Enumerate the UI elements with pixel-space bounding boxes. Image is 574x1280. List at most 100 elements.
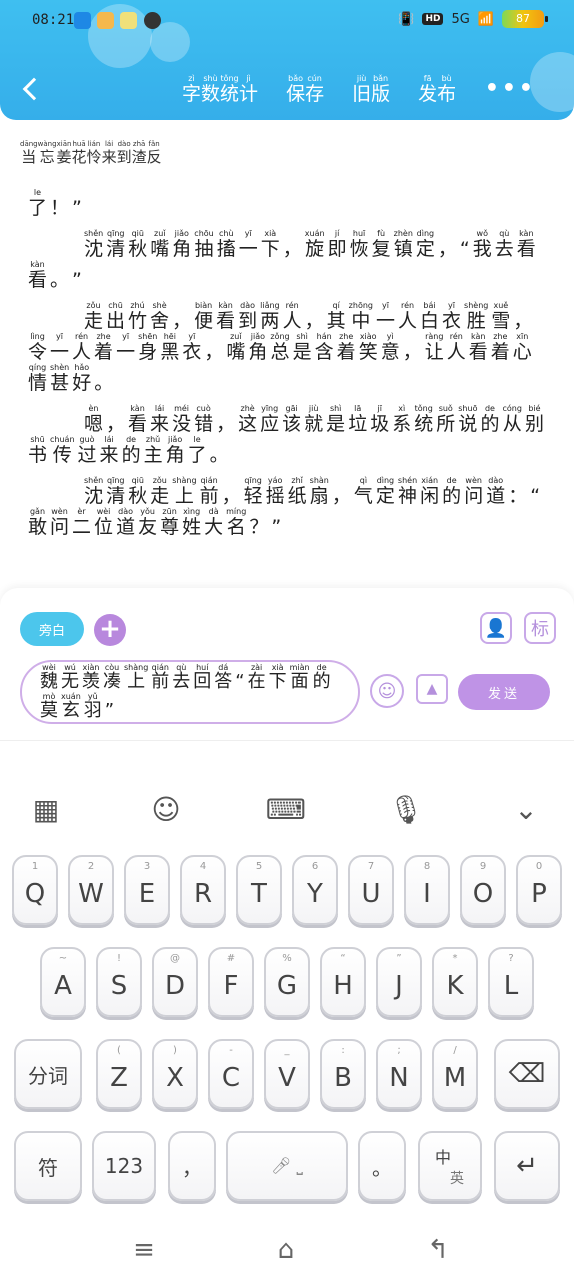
emoji-button[interactable]: ☺ [370, 674, 404, 708]
emoji-icon[interactable]: ☺ [146, 789, 186, 829]
enter-key[interactable]: ↵ [494, 1131, 560, 1201]
keyboard-toolbar: ▦ ☺ ⌨ 🎙 ⌄ [0, 789, 574, 833]
pinyin: shù [203, 74, 218, 83]
story-char: dào 道 [486, 476, 505, 507]
aside-role-button[interactable]: 旁白 [20, 612, 84, 646]
home-icon[interactable]: ⌂ [268, 1232, 304, 1268]
key-q[interactable]: 1Q [12, 855, 58, 925]
key-primary-label: T [251, 879, 267, 909]
app-notification-icon [120, 12, 137, 29]
key-h[interactable]: “H [320, 947, 366, 1017]
key-primary-label: E [138, 879, 156, 909]
language-switch-key[interactable]: 中 英 [418, 1131, 482, 1201]
key-x[interactable]: ) X [152, 1039, 198, 1109]
collapse-chevron-icon[interactable]: ⌄ [506, 789, 546, 829]
grid-icon[interactable]: ▦ [26, 789, 66, 829]
pinyin: zhú [130, 301, 145, 310]
key-f[interactable]: # F [208, 947, 254, 1017]
key-primary-label: D [164, 971, 186, 1001]
period-key[interactable]: 。 [358, 1131, 406, 1201]
key-r[interactable]: 4R [180, 855, 226, 925]
key-b[interactable]: :B [320, 1039, 366, 1109]
character-profile-button[interactable]: 👤 [480, 612, 512, 644]
hanzi: 魏 [40, 671, 58, 692]
header-action-2[interactable]: jiù 旧 bǎn 版 [352, 74, 390, 105]
key-j[interactable]: ” J [376, 947, 422, 1017]
key-w[interactable]: 2W [68, 855, 114, 925]
story-char: 。 [210, 435, 229, 466]
key-i[interactable]: 8I [404, 855, 450, 925]
pinyin: gāi [285, 404, 298, 413]
story-char: bié 别 [525, 404, 544, 435]
key-n[interactable]: ; N [376, 1039, 422, 1109]
number-key[interactable]: 123 [92, 1131, 156, 1201]
header-action-0[interactable]: zì 字 shù 数 tǒng 统 jì 计 [182, 74, 258, 105]
key-y[interactable]: 6Y [292, 855, 338, 925]
key-m[interactable]: / M [432, 1039, 478, 1109]
key-primary-label: N [389, 1063, 409, 1093]
add-role-button[interactable]: + [94, 614, 126, 646]
key-p[interactable]: 0P [516, 855, 562, 925]
key-l[interactable]: ? L [488, 947, 534, 1017]
back-button[interactable] [18, 70, 48, 106]
segment-key[interactable]: 分词 [14, 1039, 82, 1109]
space-key[interactable]: 🎤︎ ⎵ [226, 1131, 348, 1201]
send-button[interactable]: 发送 [458, 674, 550, 710]
pinyin: qiū [131, 476, 144, 485]
story-char: yī 一 [50, 332, 69, 363]
key-k[interactable]: * K [432, 947, 478, 1017]
key-a[interactable]: ~ A [40, 947, 86, 1017]
pinyin: guò [79, 435, 95, 444]
back-nav-icon[interactable]: ↰ [420, 1232, 456, 1268]
key-d[interactable]: @ D [152, 947, 198, 1017]
story-char: qīng 清 [106, 476, 125, 507]
pinyin: zǒu [152, 476, 167, 485]
status-right: 📳 HD 5G 📶 87 [398, 10, 548, 28]
pinyin: rén [400, 301, 415, 310]
key-v[interactable]: _ V [264, 1039, 310, 1109]
hanzi: 身 [138, 341, 158, 363]
hanzi: 搐 [216, 238, 236, 260]
header-action-1[interactable]: bǎo 保 cún 存 [286, 74, 324, 105]
hanzi: 闲 [420, 485, 440, 507]
story-char: yīng 应 [260, 404, 279, 435]
hanzi: 了 [187, 444, 207, 466]
key-row-4: 符 123 ， 🎤︎ ⎵ 。 中 英 ↵ [0, 1131, 574, 1203]
story-char: ， [283, 229, 302, 260]
menu-icon[interactable]: ≡ [126, 1232, 162, 1268]
key-s[interactable]: ! S [96, 947, 142, 1017]
pinyin: yī [448, 301, 456, 310]
pinyin: shū [30, 435, 45, 444]
tag-button[interactable]: 标 [524, 612, 556, 644]
symbol-key[interactable]: 符 [14, 1131, 82, 1201]
microphone-icon[interactable]: 🎙 [386, 789, 426, 829]
backspace-key[interactable]: ⌫ [494, 1039, 560, 1109]
more-button[interactable]: ••• [485, 76, 536, 101]
message-char: “ [235, 663, 244, 692]
pinyin: wàng [37, 140, 57, 148]
pinyin: suǒ [438, 404, 453, 413]
story-char: yī 一 [116, 332, 135, 363]
key-e[interactable]: 3E [124, 855, 170, 925]
hanzi: 布 [437, 83, 457, 105]
image-button[interactable]: ▲ [416, 674, 448, 704]
pinyin: èn [88, 404, 99, 413]
key-o[interactable]: 9O [460, 855, 506, 925]
key-g[interactable]: % G [264, 947, 310, 1017]
header-action-3[interactable]: fā 发 bù 布 [418, 74, 456, 105]
hanzi: 上 [127, 671, 146, 692]
key-u[interactable]: 7U [348, 855, 394, 925]
key-c[interactable]: -C [208, 1039, 254, 1109]
key-primary-label: S [110, 971, 128, 1001]
story-char: ， [106, 404, 125, 435]
story-char: ， [216, 404, 235, 435]
hanzi: 的 [480, 413, 500, 435]
keyboard-icon[interactable]: ⌨ [266, 789, 306, 829]
key-z[interactable]: (Z [96, 1039, 142, 1109]
comma-key[interactable]: ， [168, 1131, 216, 1201]
key-t[interactable]: 5T [236, 855, 282, 925]
message-input[interactable]: wèi 魏 wú 无 xiàn 羡 còu 凑 shàng 上 qián 前 qù 去 huí 回 dá 答 “z… [20, 660, 360, 724]
pinyin: biàn [194, 301, 213, 310]
story-content[interactable]: dāng 当 wàng 忘 xiān 姜 huā 花 lián 怜 lái 来 dào 到 zhā 渣 fǎn 反… [0, 130, 574, 585]
story-char: yì 意 [381, 332, 400, 363]
